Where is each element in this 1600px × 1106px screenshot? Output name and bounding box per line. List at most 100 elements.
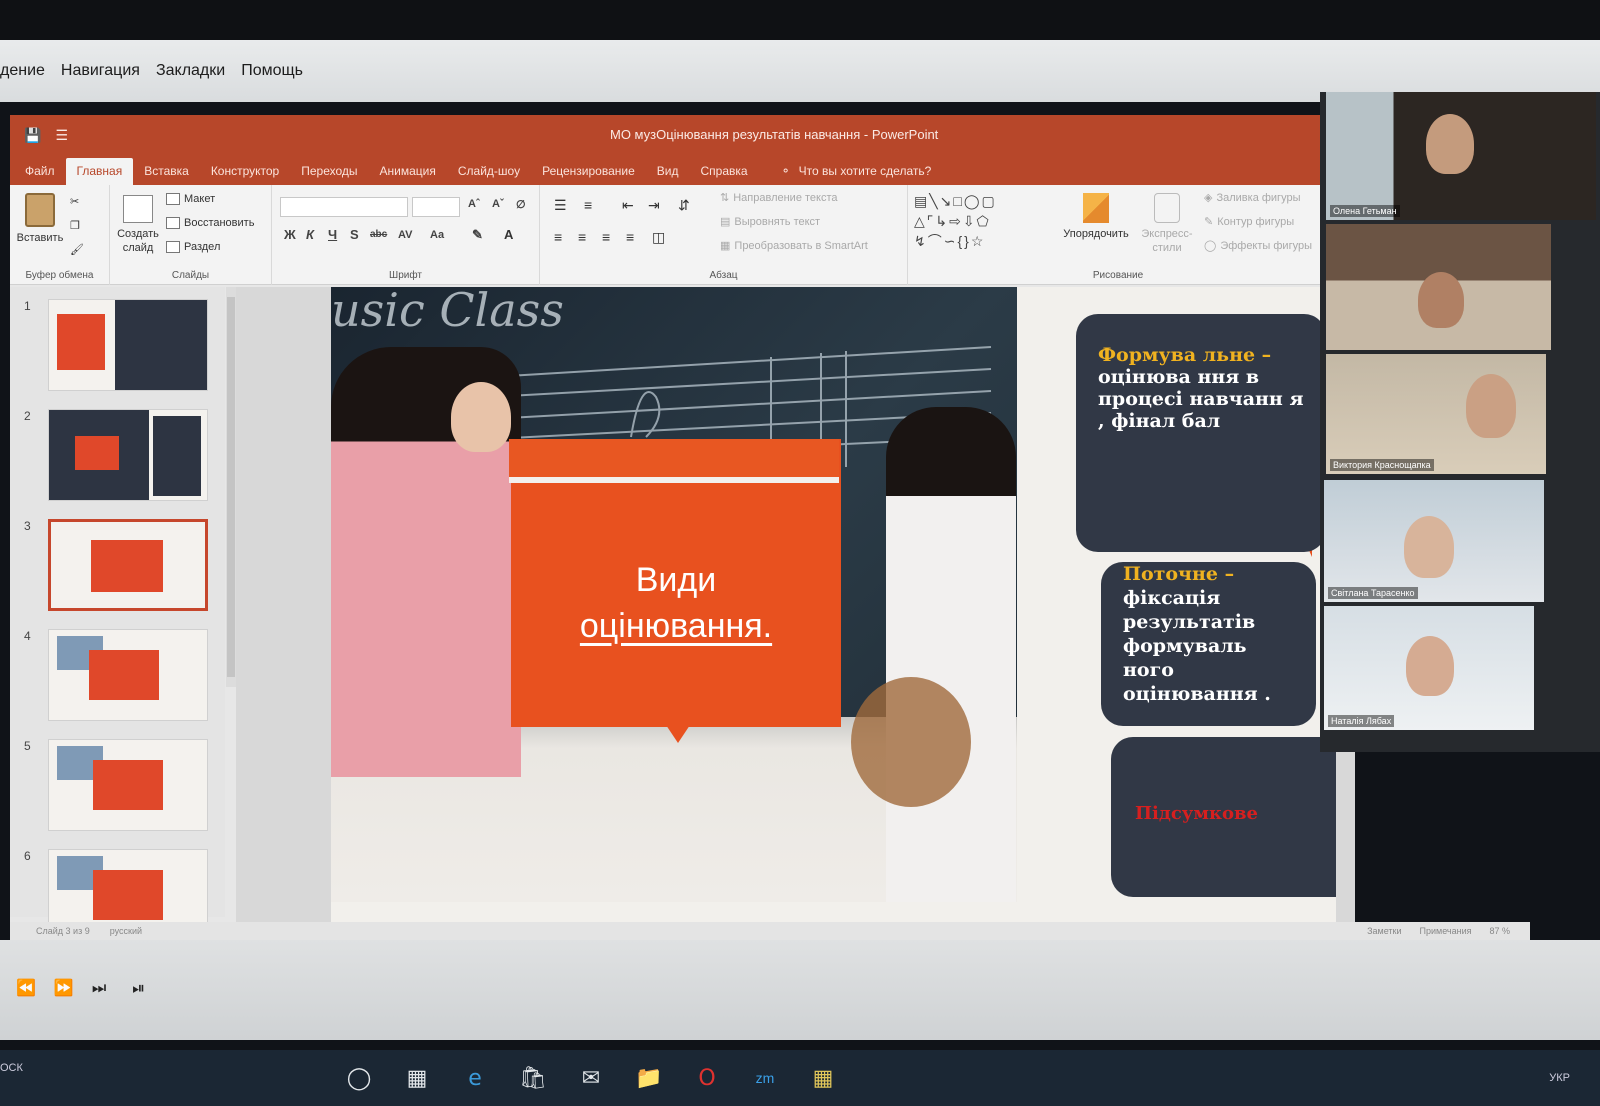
menu-help[interactable]: Помощь — [241, 62, 303, 80]
zoom-icon[interactable]: zm — [736, 1053, 794, 1103]
shape-fill-button[interactable]: ◈ Заливка фигуры — [1204, 191, 1300, 205]
char-spacing-button[interactable]: AV — [398, 229, 412, 241]
tab-view[interactable]: Вид — [646, 158, 690, 185]
shape-right-arrow-icon[interactable]: ⇨ — [949, 213, 963, 229]
shape-effects-button[interactable]: ◯ Эффекты фигуры — [1204, 239, 1312, 253]
language-indicator[interactable]: русский — [110, 926, 142, 936]
tab-design[interactable]: Конструктор — [200, 158, 290, 185]
underline-button[interactable]: Ч — [328, 227, 337, 242]
shape-arc-icon[interactable]: ⌒ — [928, 233, 944, 249]
bullets-icon[interactable]: ☰ — [554, 197, 567, 214]
menu-bookmarks[interactable]: Закладки — [156, 62, 225, 80]
text-direction-button[interactable]: ⇅ Направление текста — [720, 191, 838, 205]
font-size-combo[interactable] — [412, 197, 460, 217]
increase-indent-icon[interactable]: ⇥ — [648, 197, 660, 214]
shape-outline-button[interactable]: ✎ Контур фигуры — [1204, 215, 1294, 229]
search-icon[interactable]: ◯ — [330, 1053, 388, 1103]
smartart-button[interactable]: ▦ Преобразовать в SmartArt — [720, 239, 868, 253]
shape-roundrect-icon[interactable]: ▢ — [982, 193, 997, 209]
thumbnail-slide-2[interactable] — [48, 409, 208, 501]
italic-button[interactable]: К — [306, 227, 314, 242]
participant-tile-3[interactable]: Виктория Краснощапка — [1326, 354, 1546, 474]
shape-connector-icon[interactable]: ↳ — [935, 213, 949, 229]
tab-animations[interactable]: Анимация — [369, 158, 447, 185]
tab-transitions[interactable]: Переходы — [290, 158, 368, 185]
align-right-icon[interactable]: ≡ — [602, 229, 610, 245]
callout-formative[interactable]: Формува льне – оцінюва ння в процесі нав… — [1076, 314, 1326, 552]
section-button[interactable]: Раздел — [166, 241, 220, 253]
thumbnail-slide-4[interactable] — [48, 629, 208, 721]
strikethrough-button[interactable]: abc — [370, 229, 387, 240]
shape-oval-icon[interactable]: ◯ — [964, 193, 982, 209]
callout-current[interactable]: Поточне – фіксація результатів формуваль… — [1101, 562, 1316, 726]
scrollbar-thumb[interactable] — [227, 297, 235, 677]
font-color-icon[interactable]: A — [504, 227, 513, 242]
grow-font-icon[interactable]: Aˆ — [468, 198, 480, 210]
shape-rect-icon[interactable]: □ — [953, 193, 963, 209]
shadow-button[interactable]: S — [350, 227, 359, 242]
align-center-icon[interactable]: ≡ — [578, 229, 586, 245]
copy-icon[interactable]: ❐ — [70, 219, 80, 232]
bold-button[interactable]: Ж — [284, 227, 296, 242]
change-case-button[interactable]: Aa — [430, 229, 444, 241]
numbering-icon[interactable]: ≡ — [584, 197, 592, 213]
tab-insert[interactable]: Вставка — [133, 158, 200, 185]
format-painter-icon[interactable]: 🖌 — [70, 243, 84, 256]
tab-help[interactable]: Справка — [689, 158, 758, 185]
current-slide[interactable]: usic Class Види оцінювання. Формува льне… — [331, 287, 1336, 927]
file-explorer-icon[interactable]: 📁 — [620, 1053, 678, 1103]
save-icon[interactable]: 💾 — [24, 127, 41, 144]
line-spacing-icon[interactable]: ⇵ — [678, 197, 690, 214]
mail-icon[interactable]: ✉ — [562, 1053, 620, 1103]
participant-tile-2[interactable] — [1326, 224, 1551, 350]
paste-button[interactable]: Вставить — [14, 193, 66, 245]
store-icon[interactable]: 🛍 — [504, 1053, 562, 1103]
opera-icon[interactable]: O — [678, 1053, 736, 1103]
thumbnail-slide-1[interactable] — [48, 299, 208, 391]
shape-lightning-icon[interactable]: ↯ — [914, 233, 928, 249]
app-icon[interactable]: ▦ — [794, 1053, 852, 1103]
arrange-button[interactable]: Упорядочить — [1058, 193, 1134, 241]
shape-arrow-icon[interactable]: ↘ — [940, 193, 954, 209]
shape-down-arrow-icon[interactable]: ⇩ — [963, 213, 977, 229]
decrease-indent-icon[interactable]: ⇤ — [622, 197, 634, 214]
shapes-gallery[interactable]: ▤╲↘□◯▢ △⌜↳⇨⇩⬠ ↯⌒∽{}☆ — [914, 191, 1044, 255]
notes-button[interactable]: Заметки — [1367, 926, 1401, 936]
tab-file[interactable]: Файл — [14, 158, 66, 185]
menu-navigation[interactable]: Навигация — [61, 62, 140, 80]
slide-title[interactable]: Види оцінювання. — [511, 557, 841, 649]
new-slide-button[interactable]: Создать слайд — [114, 195, 162, 255]
thumbnail-slide-3[interactable] — [48, 519, 208, 611]
skip-end-icon[interactable]: ⏭ — [92, 978, 106, 998]
layout-button[interactable]: Макет — [166, 193, 215, 205]
shape-triangle-icon[interactable]: △ — [914, 213, 927, 229]
columns-icon[interactable]: ◫ — [652, 229, 665, 246]
participant-tile-1[interactable]: Олена Гетьман — [1326, 92, 1596, 220]
task-view-icon[interactable]: ▦ — [388, 1053, 446, 1103]
align-text-button[interactable]: ▤ Выровнять текст — [720, 215, 820, 229]
shrink-font-icon[interactable]: Aˇ — [492, 198, 504, 210]
shape-brace-close-icon[interactable]: } — [964, 233, 971, 249]
play-pause-icon[interactable]: ⏯ — [132, 978, 145, 998]
fast-forward-icon[interactable]: ⏩ — [54, 978, 74, 998]
menu-view[interactable]: дение — [0, 62, 45, 80]
callout-summative[interactable]: Підсумкове — [1111, 737, 1336, 897]
font-name-combo[interactable] — [280, 197, 408, 217]
comments-button[interactable]: Примечания — [1420, 926, 1472, 936]
participant-tile-5[interactable]: Наталія Лябах — [1324, 606, 1534, 730]
shape-curve-icon[interactable]: ∽ — [944, 233, 958, 249]
rewind-icon[interactable]: ⏪ — [16, 978, 36, 998]
shape-textbox-icon[interactable]: ▤ — [914, 193, 929, 209]
tell-me-box[interactable]: ⚬ Что вы хотите сделать? — [769, 158, 944, 185]
reset-button[interactable]: Восстановить — [166, 217, 254, 229]
tab-slideshow[interactable]: Слайд-шоу — [447, 158, 531, 185]
edge-icon[interactable]: e — [446, 1053, 504, 1103]
zoom-level[interactable]: 87 % — [1489, 926, 1510, 936]
participant-tile-4[interactable]: Світлана Тарасенко — [1324, 480, 1544, 602]
clear-format-icon[interactable]: ∅ — [516, 198, 526, 211]
tab-review[interactable]: Рецензирование — [531, 158, 646, 185]
highlight-icon[interactable]: ✎ — [472, 227, 483, 243]
language-indicator-taskbar[interactable]: УКР — [1549, 1072, 1570, 1084]
justify-icon[interactable]: ≡ — [626, 229, 634, 245]
shape-pentagon-icon[interactable]: ⬠ — [977, 213, 991, 229]
